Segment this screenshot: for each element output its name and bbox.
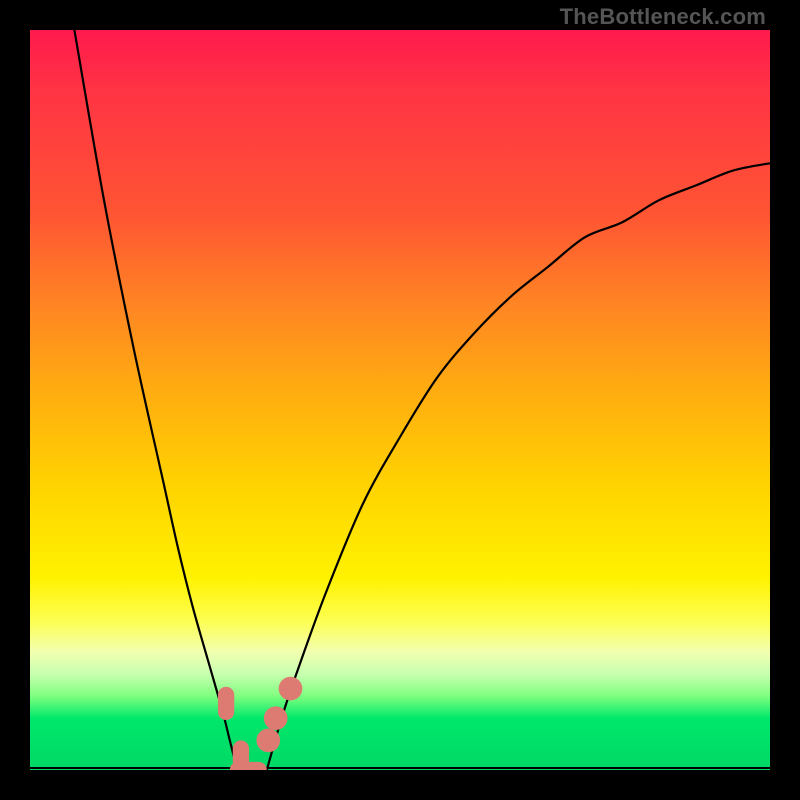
plot-area	[30, 30, 770, 770]
marker-dot	[264, 706, 288, 730]
marker-dot	[256, 729, 280, 753]
chart-frame: TheBottleneck.com	[0, 0, 800, 800]
right-curve	[267, 163, 770, 770]
chart-svg	[30, 30, 770, 770]
marker-pill	[230, 762, 267, 770]
markers-group	[218, 677, 302, 770]
marker-dot	[279, 677, 303, 701]
watermark-text: TheBottleneck.com	[560, 4, 766, 30]
marker-pill	[218, 687, 234, 720]
left-curve	[74, 30, 237, 770]
